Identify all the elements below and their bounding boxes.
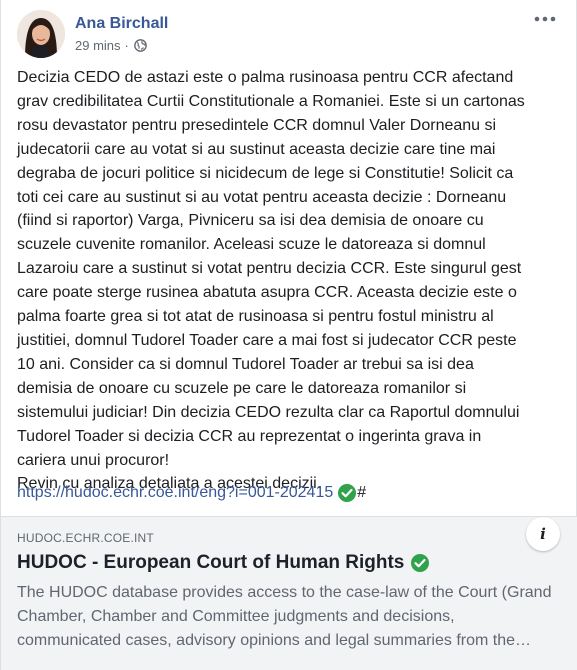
post-line: Lazaroiu care a sustinut si votat pentru… <box>17 260 522 278</box>
post-link[interactable]: https://hudoc.echr.coe.int/eng?i=001-202… <box>17 484 333 502</box>
post-line: rosu devastator pentru presedintele CCR … <box>17 116 497 134</box>
author-name[interactable]: Ana Birchall <box>75 15 168 33</box>
post-line: palma foarte grea si tot atat de rusinoa… <box>17 308 494 326</box>
post-line: justitiei, domnul Tudorel Toader care a … <box>17 331 517 349</box>
post-line: demisia de onoare cu scuzele pe care le … <box>17 379 467 397</box>
preview-title[interactable]: HUDOC - European Court of Human Rights <box>17 552 430 574</box>
link-preview[interactable]: HUDOC.ECHR.COE.INT i HUDOC - European Co… <box>1 516 577 670</box>
check-mark-icon <box>410 553 430 573</box>
meta-separator: · <box>124 38 129 53</box>
post-time[interactable]: 29 mins <box>75 38 121 53</box>
post-line: scuzele cuvenite romanilor. Aceleasi scu… <box>17 236 486 254</box>
preview-title-text[interactable]: HUDOC - European Court of Human Rights <box>17 552 404 574</box>
globe-icon[interactable] <box>134 39 147 52</box>
post-header: Ana Birchall 29 mins · <box>17 10 560 60</box>
post-line: 10 ani. Consider ca si domnul Tudorel To… <box>17 355 474 373</box>
post-line: care poate sterge rusinea abatuta asupra… <box>17 284 517 302</box>
post-line: judecatorii care au votat si au sustinut… <box>17 140 496 158</box>
avatar-image <box>17 10 65 58</box>
post-meta: 29 mins · <box>75 38 147 53</box>
post-link-line: https://hudoc.echr.coe.int/eng?i=001-202… <box>17 482 366 504</box>
avatar[interactable] <box>17 10 65 58</box>
post-line: sistemului judiciar! Din decizia CEDO re… <box>17 403 520 421</box>
post-card: Ana Birchall 29 mins · Decizia CEDO de a… <box>0 0 577 670</box>
post-body: Decizia CEDO de astazi este o palma rusi… <box>17 66 562 496</box>
post-line: cariera unui procuror! <box>17 451 170 469</box>
post-line: Tudorel Toader si decizia CCR au repreze… <box>17 427 482 445</box>
post-line: grav credibilitatea Curtii Constitutiona… <box>17 92 525 110</box>
post-line: Decizia CEDO de astazi este o palma rusi… <box>17 69 514 86</box>
preview-description: The HUDOC database provides access to th… <box>17 584 552 649</box>
post-line: toti cei care au sustinut si au votat pe… <box>17 188 507 206</box>
info-icon[interactable]: i <box>526 517 560 551</box>
hashtag-symbol[interactable]: # <box>357 484 366 502</box>
post-line: degraba de jocuri politice si nicidecum … <box>17 164 514 182</box>
post-line: (fiind si raportor) Varga, Pivniceru sa … <box>17 212 484 230</box>
more-options-icon[interactable] <box>530 10 560 28</box>
check-mark-icon <box>337 483 357 503</box>
preview-domain: HUDOC.ECHR.COE.INT <box>17 531 154 545</box>
